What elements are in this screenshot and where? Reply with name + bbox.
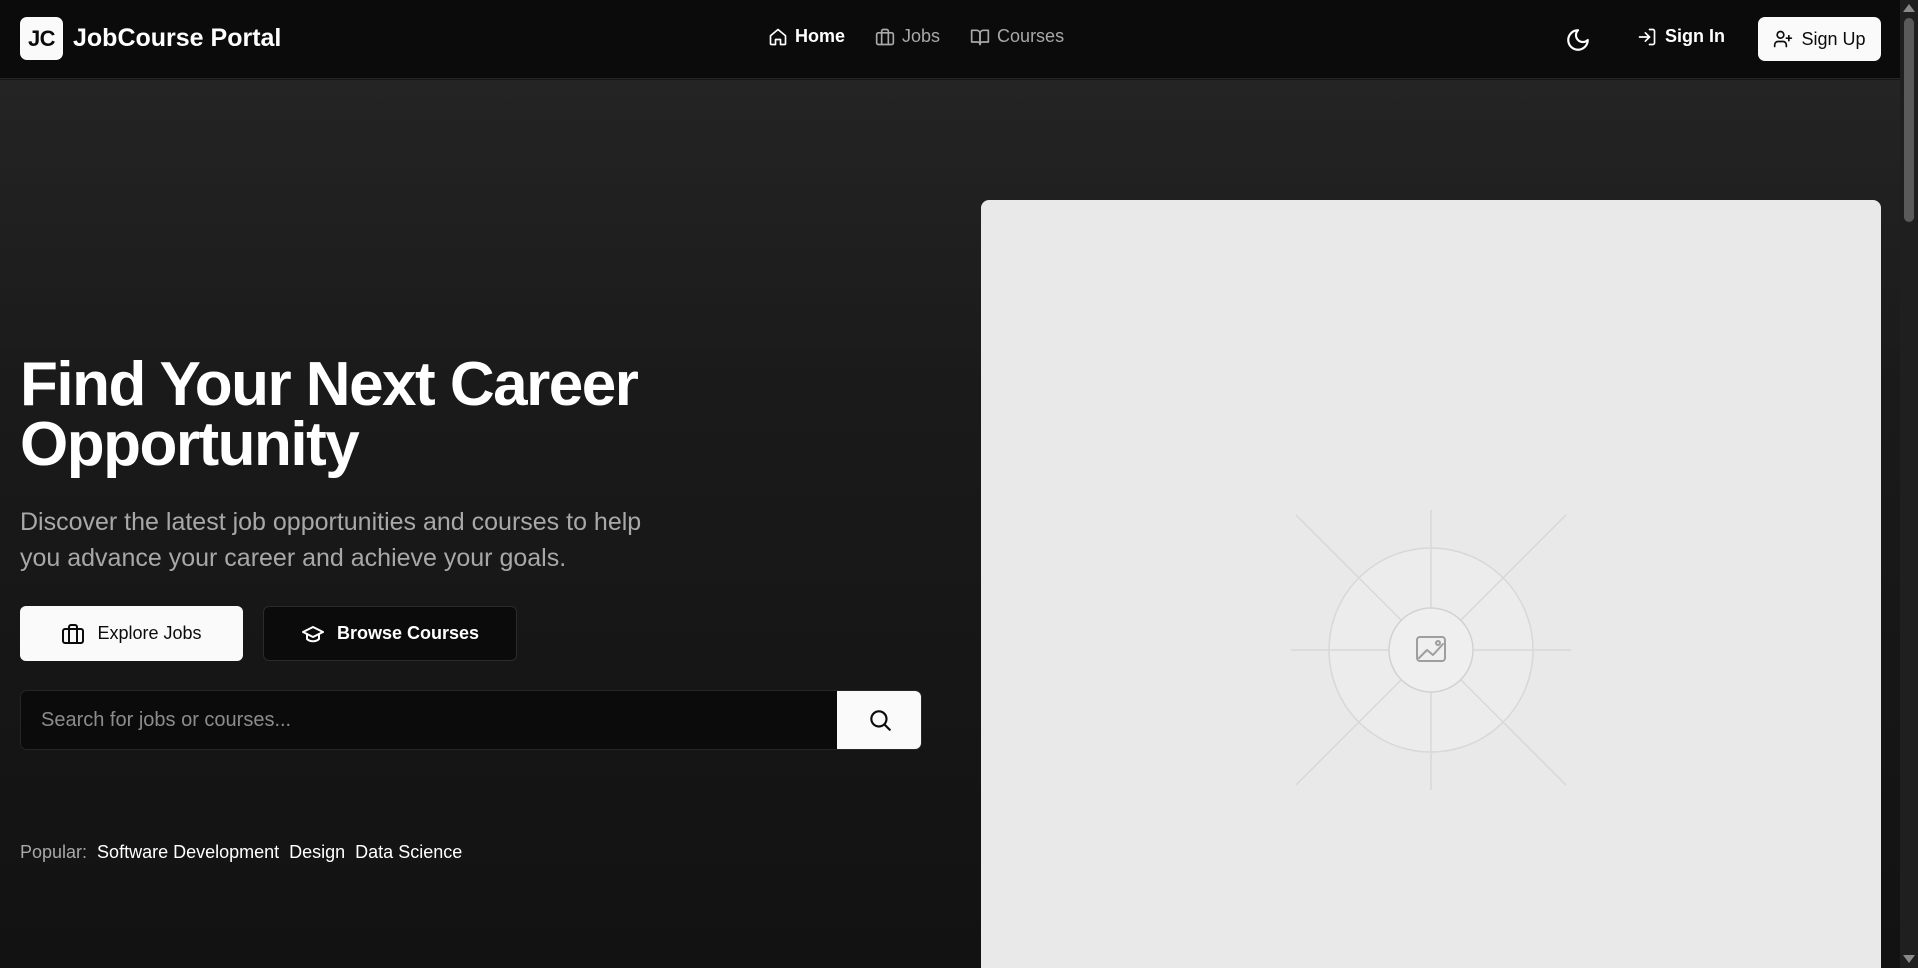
- popular-label: Popular:: [20, 842, 88, 862]
- popular-tag-design[interactable]: Design: [289, 842, 345, 863]
- briefcase-icon: [875, 28, 895, 45]
- main-nav: Home Jobs Courses: [768, 26, 1064, 47]
- user-plus-icon: [1774, 30, 1793, 48]
- scroll-up-arrow[interactable]: [1903, 4, 1915, 12]
- book-open-icon: [970, 29, 990, 45]
- nav-item-home[interactable]: Home: [768, 26, 845, 47]
- nav-item-jobs[interactable]: Jobs: [875, 26, 940, 47]
- scrollbar-thumb[interactable]: [1904, 18, 1914, 222]
- graduation-cap-icon: [301, 625, 324, 642]
- placeholder-graphic: [1291, 510, 1571, 790]
- sign-up-button[interactable]: Sign Up: [1758, 17, 1881, 61]
- scroll-down-arrow[interactable]: [1903, 955, 1915, 963]
- top-navbar: JC JobCourse Portal Home Jobs Courses Si…: [0, 0, 1900, 79]
- sign-in-button[interactable]: Sign In: [1637, 26, 1725, 47]
- nav-item-label: Home: [795, 26, 846, 46]
- search-icon: [870, 710, 891, 731]
- briefcase-icon: [62, 623, 85, 644]
- brand-name[interactable]: JobCourse Portal: [73, 24, 281, 53]
- home-icon: [769, 28, 787, 45]
- search-button[interactable]: [837, 691, 921, 749]
- page-scrollbar[interactable]: [1900, 0, 1918, 968]
- search-bar: [20, 690, 922, 750]
- explore-jobs-label: Explore Jobs: [97, 623, 202, 643]
- sign-up-label: Sign Up: [1801, 28, 1866, 49]
- nav-item-courses[interactable]: Courses: [970, 26, 1064, 47]
- logo[interactable]: JC: [20, 17, 63, 60]
- moon-icon: [1567, 29, 1589, 51]
- hero-subtitle: Discover the latest job opportunities an…: [20, 508, 642, 572]
- browse-courses-label: Browse Courses: [336, 623, 480, 643]
- popular-searches: Popular: Software Development Design Dat…: [20, 842, 462, 863]
- log-in-icon: [1638, 28, 1656, 45]
- nav-item-label: Jobs: [902, 26, 941, 46]
- hero-image-placeholder: [981, 200, 1881, 968]
- popular-tag-software-development[interactable]: Software Development: [97, 842, 279, 863]
- sign-in-label: Sign In: [1665, 26, 1725, 46]
- explore-jobs-button[interactable]: Explore Jobs: [20, 606, 243, 661]
- browse-courses-button[interactable]: Browse Courses: [263, 606, 517, 661]
- page: JC JobCourse Portal Home Jobs Courses Si…: [0, 0, 1918, 968]
- search-input[interactable]: [21, 691, 837, 749]
- popular-tag-data-science[interactable]: Data Science: [355, 842, 462, 863]
- nav-item-label: Courses: [997, 26, 1065, 46]
- theme-toggle-button[interactable]: [1565, 27, 1591, 53]
- hero-title: Find Your Next Career Opportunity: [20, 350, 639, 479]
